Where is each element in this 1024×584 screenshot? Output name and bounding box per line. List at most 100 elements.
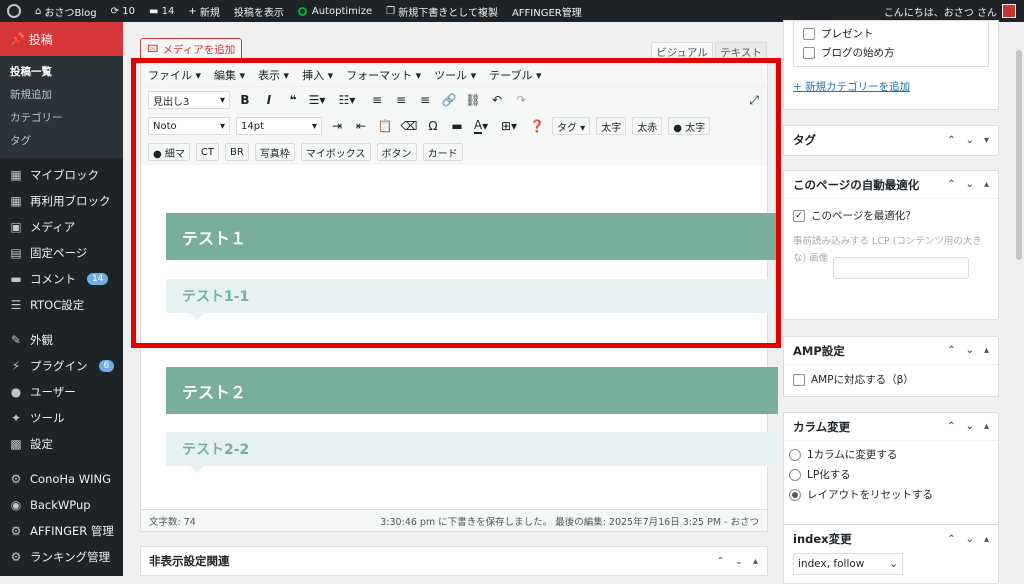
submenu-tags[interactable]: タグ xyxy=(0,129,123,152)
checkbox-checked[interactable]: ✓ xyxy=(793,209,805,222)
page-icon: ▤ xyxy=(10,246,22,260)
triangle-up-icon[interactable]: ▴ xyxy=(984,345,989,356)
checkbox[interactable] xyxy=(803,46,815,59)
chevron-down-icon[interactable]: ⌄ xyxy=(966,345,974,356)
gear-icon: ⚙ xyxy=(10,472,22,486)
chevron-up-icon[interactable]: ⌃ xyxy=(947,534,955,545)
chevron-up-icon[interactable]: ⌃ xyxy=(716,556,724,567)
category-item[interactable]: プレゼント xyxy=(794,24,988,45)
chevron-down-icon[interactable]: ⌄ xyxy=(966,421,974,432)
triangle-down-icon[interactable]: ▾ xyxy=(984,135,989,146)
menu-label: 再利用ブロック xyxy=(30,194,111,208)
view-post-link[interactable]: 投稿を表示 xyxy=(227,0,291,22)
add-category-link[interactable]: + 新規カテゴリーを追加 xyxy=(784,67,998,106)
box-controls[interactable]: ⌃ ⌄ ▴ xyxy=(947,534,998,545)
menu-plugins[interactable]: ⚡ プラグイン 6 xyxy=(0,353,123,379)
menu-posts[interactable]: 📌 投稿 xyxy=(0,22,123,56)
radio[interactable] xyxy=(789,448,801,461)
copy-draft-label: 新規下書きとして複製 xyxy=(398,7,498,19)
wordpress-logo-icon[interactable] xyxy=(0,0,28,22)
box-header[interactable]: このページの自動最適化 ⌃ ⌄ ▴ xyxy=(784,171,998,199)
checkbox[interactable] xyxy=(793,373,805,386)
box-controls[interactable]: ⌃ ⌄ ▴ xyxy=(716,556,767,567)
chevron-up-icon[interactable]: ⌃ xyxy=(947,135,955,146)
heading-h2[interactable]: テスト２ xyxy=(166,367,778,414)
site-name: おさつBlog xyxy=(44,7,97,19)
affinger-link[interactable]: AFFINGER管理 xyxy=(505,0,589,22)
menu-pages[interactable]: ▤ 固定ページ xyxy=(0,240,123,266)
optimize-checkbox-row[interactable]: ✓ このページを最適化？ xyxy=(784,199,998,227)
box-header[interactable]: カラム変更 ⌃ ⌄ ▴ xyxy=(784,413,998,441)
box-controls[interactable]: ⌃ ⌄ ▴ xyxy=(947,345,998,356)
scrollbar-thumb[interactable] xyxy=(1016,50,1022,260)
menu-affinger[interactable]: ⚙ AFFINGER 管理 xyxy=(0,518,123,544)
menu-backwpup[interactable]: ◉ BackWPup xyxy=(0,492,123,518)
chevron-down-icon[interactable]: ⌄ xyxy=(735,556,743,567)
category-label: ブログの始め方 xyxy=(821,47,895,59)
menu-my-block[interactable]: ▦ マイブロック xyxy=(0,162,123,188)
column-option[interactable]: 1カラムに変更する xyxy=(784,441,998,465)
chevron-up-icon[interactable]: ⌃ xyxy=(947,345,955,356)
comment-icon: ▬ xyxy=(148,5,159,17)
account-menu[interactable]: こんにちは、おさつ さん xyxy=(884,4,1024,19)
lcp-row: 事前読み込みする LCP (コンテンツ用の大きな) 画像 xyxy=(784,227,998,279)
admin-bar: ⌂ おさつBlog ⟳ 10 ▬ 14 + 新規 投稿を表示 Autoptimi… xyxy=(0,0,1024,22)
menu-conoha[interactable]: ⚙ ConoHa WING xyxy=(0,466,123,492)
backup-icon: ◉ xyxy=(10,498,22,512)
triangle-up-icon[interactable]: ▴ xyxy=(984,179,989,190)
index-select[interactable]: index, follow ⌄ xyxy=(793,553,903,575)
triangle-up-icon[interactable]: ▴ xyxy=(984,534,989,545)
menu-appearance[interactable]: ✎ 外観 xyxy=(0,327,123,353)
checkbox[interactable] xyxy=(803,27,815,40)
plus-icon: + xyxy=(188,5,197,17)
column-option[interactable]: LP化する xyxy=(784,465,998,485)
triangle-up-icon[interactable]: ▴ xyxy=(984,421,989,432)
box-controls[interactable]: ⌃ ⌄ ▾ xyxy=(947,135,998,146)
word-count: 文字数: 74 xyxy=(149,516,196,528)
autoptimize-link[interactable]: Autoptimize xyxy=(291,0,379,22)
comments-link[interactable]: ▬ 14 xyxy=(142,0,181,22)
submenu-all-posts[interactable]: 投稿一覧 xyxy=(0,60,123,83)
site-name-link[interactable]: ⌂ おさつBlog xyxy=(28,0,104,22)
radio[interactable] xyxy=(789,468,801,481)
radio-selected[interactable] xyxy=(789,488,801,501)
menu-ranking[interactable]: ⚙ ランキング管理 xyxy=(0,544,123,570)
menu-media[interactable]: ▣ メディア xyxy=(0,214,123,240)
submenu-add-new[interactable]: 新規追加 xyxy=(0,83,123,106)
submenu-categories[interactable]: カテゴリー xyxy=(0,106,123,129)
avatar xyxy=(1002,4,1016,18)
box-header[interactable]: index変更 ⌃ ⌄ ▴ xyxy=(784,525,998,553)
chevron-down-icon[interactable]: ⌄ xyxy=(966,179,974,190)
box-title: AMP設定 xyxy=(793,343,845,358)
page-scrollbar[interactable] xyxy=(1015,22,1024,576)
new-content-link[interactable]: + 新規 xyxy=(181,0,227,22)
chevron-up-icon[interactable]: ⌃ xyxy=(947,421,955,432)
box-controls[interactable]: ⌃ ⌄ ▴ xyxy=(947,179,998,190)
box-header[interactable]: タグ ⌃ ⌄ ▾ xyxy=(784,126,998,154)
block-icon: ▦ xyxy=(10,168,22,182)
box-controls[interactable]: ⌃ ⌄ ▴ xyxy=(947,421,998,432)
copy-draft-link[interactable]: ❐ 新規下書きとして複製 xyxy=(379,0,505,22)
column-option[interactable]: レイアウトをリセットする xyxy=(784,485,998,506)
menu-settings[interactable]: ▩ 設定 xyxy=(0,431,123,457)
menu-rtoc[interactable]: ☰ RTOC設定 xyxy=(0,292,123,318)
updates-link[interactable]: ⟳ 10 xyxy=(104,0,142,22)
chevron-down-icon[interactable]: ⌄ xyxy=(966,135,974,146)
box-header[interactable]: AMP設定 ⌃ ⌄ ▴ xyxy=(784,337,998,365)
chevron-up-icon[interactable]: ⌃ xyxy=(947,179,955,190)
lcp-input[interactable] xyxy=(833,257,969,279)
triangle-up-icon[interactable]: ▴ xyxy=(753,556,758,567)
category-label: プレゼント xyxy=(821,28,874,40)
amp-box: AMP設定 ⌃ ⌄ ▴ AMPに対応する（β） xyxy=(783,336,999,397)
menu-comments[interactable]: ▬ コメント 14 xyxy=(0,266,123,292)
chevron-down-icon[interactable]: ⌄ xyxy=(966,534,974,545)
heading-h3[interactable]: テスト2-2 xyxy=(166,432,778,473)
category-list: プレゼント ブログの始め方 xyxy=(793,21,989,67)
menu-posts-label: 投稿 xyxy=(28,32,53,47)
amp-checkbox-row[interactable]: AMPに対応する（β） xyxy=(784,365,998,391)
menu-users[interactable]: ● ユーザー xyxy=(0,379,123,405)
menu-tools[interactable]: ✦ ツール xyxy=(0,405,123,431)
category-item[interactable]: ブログの始め方 xyxy=(794,45,988,64)
menu-reusable-block[interactable]: ▦ 再利用ブロック xyxy=(0,188,123,214)
menu-label: ランキング管理 xyxy=(30,550,111,564)
